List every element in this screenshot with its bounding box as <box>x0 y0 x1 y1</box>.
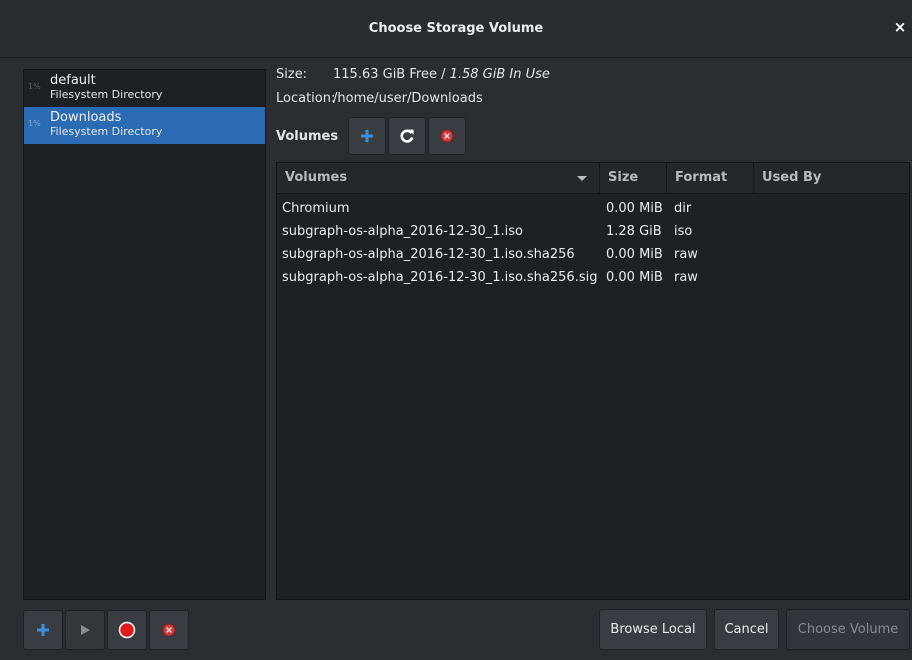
stop-pool-icon <box>118 621 136 639</box>
refresh-volumes-button[interactable] <box>388 117 427 155</box>
table-row[interactable]: Chromium 0.00 MiB dir <box>277 197 909 220</box>
table-body: Chromium 0.00 MiB dir subgraph-os-alpha_… <box>277 194 909 289</box>
refresh-icon <box>400 129 414 143</box>
cancel-button[interactable]: Cancel <box>714 609 779 650</box>
column-header-size[interactable]: Size <box>600 163 667 193</box>
pool-usage: 1% <box>28 119 41 128</box>
table-row[interactable]: subgraph-os-alpha_2016-12-30_1.iso.sha25… <box>277 243 909 266</box>
volume-format: iso <box>674 224 693 239</box>
size-info: Size: 115.63 GiB Free / 1.58 GiB In Use <box>276 67 550 82</box>
add-pool-button[interactable] <box>23 610 63 650</box>
start-pool-icon <box>81 625 90 635</box>
pool-name: Downloads <box>50 110 122 125</box>
size-free: 115.63 GiB Free / <box>333 67 450 82</box>
add-volume-button[interactable] <box>348 117 387 155</box>
column-header-volumes[interactable]: Volumes <box>277 163 600 193</box>
volumes-toolbar: Volumes <box>276 116 468 156</box>
volumes-table[interactable]: Volumes Size Format Used By Chromium 0.0… <box>276 162 910 600</box>
volume-name: subgraph-os-alpha_2016-12-30_1.iso <box>282 224 523 239</box>
size-label: Size: <box>276 67 308 82</box>
pool-type: Filesystem Directory <box>50 88 163 101</box>
volume-name: Chromium <box>282 201 350 216</box>
close-icon[interactable]: × <box>892 19 908 35</box>
volume-size: 0.00 MiB <box>606 270 663 285</box>
column-header-format[interactable]: Format <box>667 163 754 193</box>
pool-name: default <box>50 73 96 88</box>
pool-list[interactable]: 1% default Filesystem Directory 1% Downl… <box>23 69 266 600</box>
stop-pool-button[interactable] <box>107 610 147 650</box>
volume-name: subgraph-os-alpha_2016-12-30_1.iso.sha25… <box>282 247 575 262</box>
delete-volume-button[interactable] <box>428 117 467 155</box>
size-inuse: 1.58 GiB In Use <box>449 67 550 82</box>
volume-size: 1.28 GiB <box>606 224 662 239</box>
browse-local-button[interactable]: Browse Local <box>599 609 707 650</box>
add-pool-icon <box>37 624 49 636</box>
pool-usage: 1% <box>28 82 41 91</box>
volume-format: raw <box>674 247 698 262</box>
volume-size: 0.00 MiB <box>606 247 663 262</box>
location-info: Location:/home/user/Downloads <box>276 91 483 106</box>
volume-format: dir <box>674 201 692 216</box>
delete-pool-button[interactable] <box>149 610 189 650</box>
window-title: Choose Storage Volume <box>368 21 544 36</box>
delete-icon <box>440 129 454 143</box>
size-value: 115.63 GiB Free / 1.58 GiB In Use <box>333 67 550 82</box>
sort-down-icon <box>577 176 587 181</box>
pool-toolbar <box>23 610 191 650</box>
volume-size: 0.00 MiB <box>606 201 663 216</box>
add-icon <box>361 130 374 142</box>
choose-volume-button[interactable]: Choose Volume <box>786 609 910 650</box>
location-label: Location: <box>276 91 336 106</box>
location-value: /home/user/Downloads <box>333 91 483 106</box>
delete-pool-icon <box>162 623 176 637</box>
table-row[interactable]: subgraph-os-alpha_2016-12-30_1.iso 1.28 … <box>277 220 909 243</box>
column-header-label: Volumes <box>285 170 348 185</box>
pool-item-downloads[interactable]: 1% Downloads Filesystem Directory <box>24 107 265 144</box>
volume-format: raw <box>674 270 698 285</box>
pool-item-default[interactable]: 1% default Filesystem Directory <box>24 70 265 107</box>
pool-type: Filesystem Directory <box>50 125 163 138</box>
column-header-used-by[interactable]: Used By <box>754 163 909 193</box>
title-bar: Choose Storage Volume × <box>0 0 912 58</box>
table-header: Volumes Size Format Used By <box>277 163 909 194</box>
start-pool-button[interactable] <box>65 610 105 650</box>
volumes-label: Volumes <box>276 128 339 144</box>
table-row[interactable]: subgraph-os-alpha_2016-12-30_1.iso.sha25… <box>277 266 909 289</box>
volume-name: subgraph-os-alpha_2016-12-30_1.iso.sha25… <box>282 270 598 285</box>
